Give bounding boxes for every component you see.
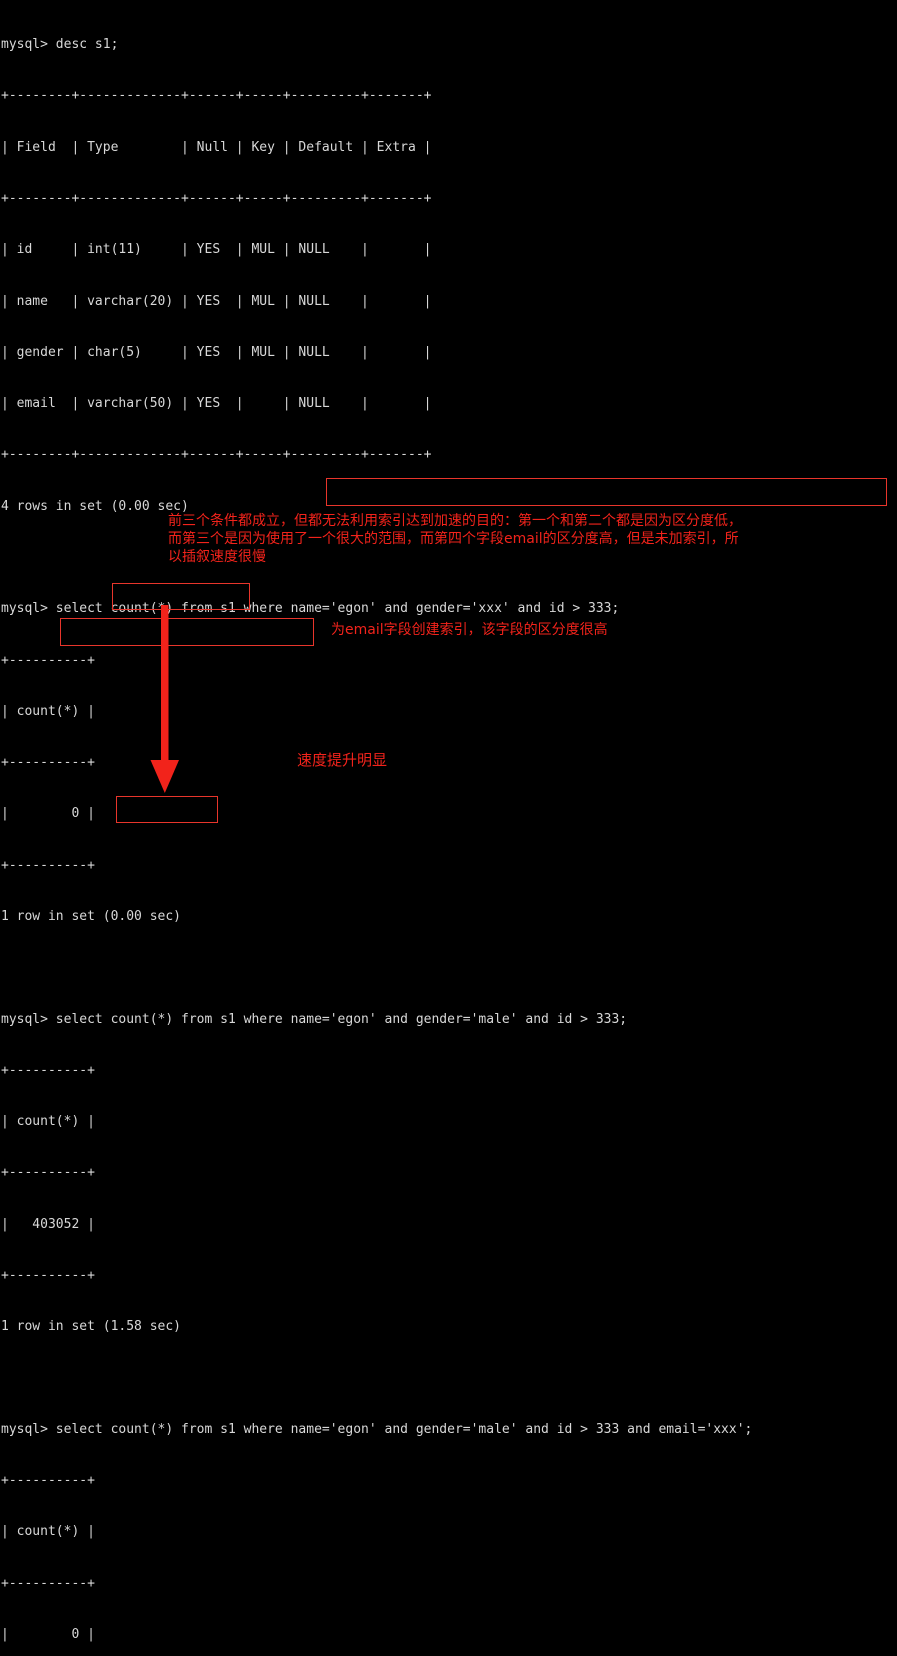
terminal-line: | id | int(11) | YES | MUL | NULL | | — [1, 242, 432, 258]
terminal-line: +----------+ — [1, 755, 95, 771]
terminal-line: | Field | Type | Null | Key | Default | … — [1, 139, 432, 155]
terminal-line: +--------+-------------+------+-----+---… — [1, 447, 432, 463]
terminal-line: 4 rows in set (0.00 sec) — [1, 498, 189, 514]
terminal-output[interactable]: mysql> desc s1; +--------+-------------+… — [0, 0, 897, 1642]
terminal-line: 1 row in set (0.00 sec) — [1, 908, 182, 924]
terminal-line: +----------+ — [1, 1575, 95, 1591]
terminal-line: | 0 | — [1, 806, 95, 822]
terminal-line: mysql> select count(*) from s1 where nam… — [1, 1011, 628, 1027]
terminal-line: | gender | char(5) | YES | MUL | NULL | … — [1, 344, 432, 360]
terminal-line: +----------+ — [1, 652, 95, 668]
terminal-line: +--------+-------------+------+-----+---… — [1, 191, 432, 207]
terminal-line: +----------+ — [1, 1473, 95, 1489]
terminal-line: +----------+ — [1, 1062, 95, 1078]
terminal-line: 1 row in set (1.58 sec) — [1, 1319, 182, 1335]
terminal-line: | name | varchar(20) | YES | MUL | NULL … — [1, 293, 432, 309]
terminal-line: +----------+ — [1, 857, 95, 873]
terminal-line: +----------+ — [1, 1165, 95, 1181]
terminal-line: | count(*) | — [1, 1114, 95, 1130]
terminal-line: | count(*) | — [1, 1524, 95, 1540]
terminal-line: | email | varchar(50) | YES | | NULL | | — [1, 396, 432, 412]
terminal-line: | 403052 | — [1, 1216, 95, 1232]
terminal-line: | count(*) | — [1, 703, 95, 719]
terminal-line: mysql> select count(*) from s1 where nam… — [1, 1421, 753, 1437]
terminal-line: +--------+-------------+------+-----+---… — [1, 88, 432, 104]
terminal-line: mysql> select count(*) from s1 where nam… — [1, 601, 620, 617]
terminal-line: mysql> desc s1; — [1, 37, 119, 53]
terminal-line: +----------+ — [1, 1267, 95, 1283]
terminal-line: | 0 | — [1, 1626, 95, 1642]
